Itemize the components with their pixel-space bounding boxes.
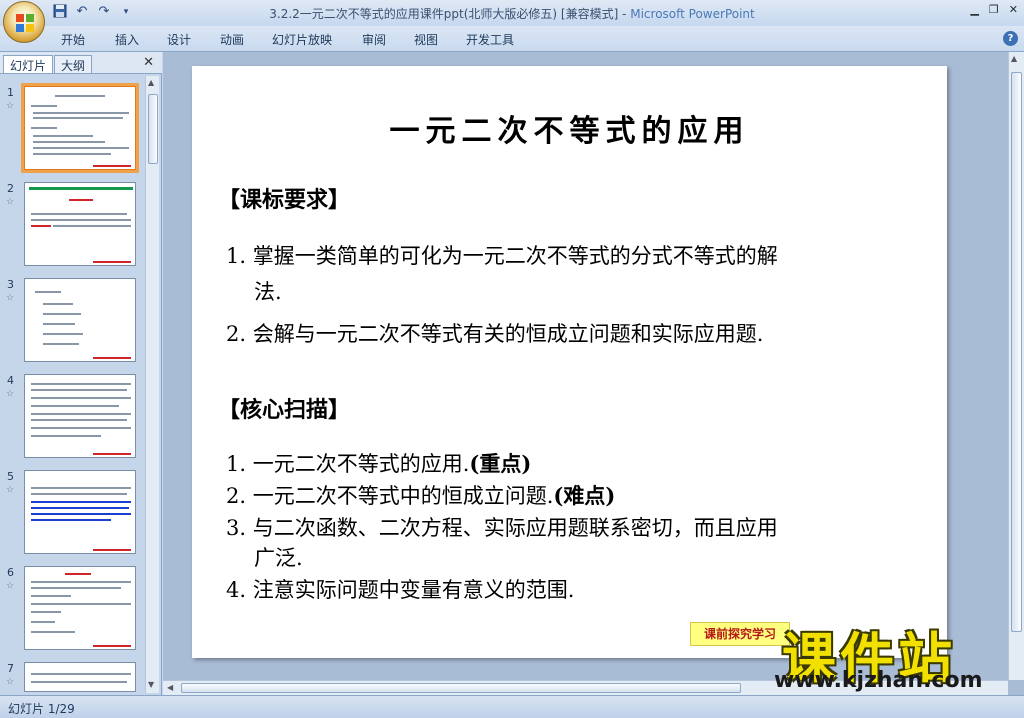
slide-thumbnail[interactable] xyxy=(21,83,139,173)
slide-thumb-row: 6 ☆ xyxy=(0,566,145,656)
tab-outline[interactable]: 大纲 xyxy=(54,55,93,73)
animation-star-icon: ☆ xyxy=(6,581,15,591)
slide-thumb-row: 5 ☆ xyxy=(0,470,145,560)
document-title: 3.2.2一元二次不等式的应用课件ppt(北师大版必修五) [兼容模式] - xyxy=(269,7,631,21)
core-item-tag: (重点) xyxy=(469,451,532,476)
slide-thumb-row: 3 ☆ xyxy=(0,278,145,368)
tab-animation[interactable]: 动画 xyxy=(220,31,244,48)
scrollbar-thumb[interactable] xyxy=(1011,72,1022,632)
slide-thumbnail[interactable] xyxy=(24,278,136,362)
core-item-tag: (难点) xyxy=(553,483,616,508)
requirement-item: 1. 掌握一类简单的可化为一元二次不等式的分式不等式的解 xyxy=(226,244,778,268)
restore-icon[interactable]: ❐ xyxy=(989,3,999,16)
core-item: 2. 一元二次不等式中的恒成立问题.(难点) xyxy=(226,478,615,514)
window-title: 3.2.2一元二次不等式的应用课件ppt(北师大版必修五) [兼容模式] - M… xyxy=(0,5,1024,22)
requirement-item: 2. 会解与一元二次不等式有关的恒成立问题和实际应用题. xyxy=(226,322,764,346)
slide-number: 5 xyxy=(7,470,14,483)
slide-thumb-row: 4 ☆ xyxy=(0,374,145,464)
slide-thumbnail[interactable] xyxy=(24,374,136,458)
core-item: 4. 注意实际问题中变量有意义的范围. xyxy=(226,578,575,602)
animation-star-icon: ☆ xyxy=(6,485,15,495)
scroll-up-icon[interactable]: ▲ xyxy=(1011,54,1017,63)
slide-canvas[interactable]: 一元二次不等式的应用 【课标要求】 1. 掌握一类简单的可化为一元二次不等式的分… xyxy=(192,66,947,658)
watermark: 课件站 www.kjzhan.com xyxy=(770,614,1010,694)
slide-number: 2 xyxy=(7,182,14,195)
ribbon-tabs: 开始 插入 设计 动画 幻灯片放映 审阅 视图 开发工具 ? xyxy=(0,26,1024,52)
title-bar: ↶ ↷ ▾ 3.2.2一元二次不等式的应用课件ppt(北师大版必修五) [兼容模… xyxy=(0,0,1024,26)
tab-review[interactable]: 审阅 xyxy=(362,31,386,48)
tab-view[interactable]: 视图 xyxy=(414,31,438,48)
slide-counter: 幻灯片 1/29 xyxy=(8,702,75,716)
pane-tabs: 幻灯片 大纲 ✕ xyxy=(0,52,162,74)
slide-title[interactable]: 一元二次不等式的应用 xyxy=(192,106,947,150)
office-button[interactable] xyxy=(3,1,45,43)
core-item-text: 2. 一元二次不等式中的恒成立问题. xyxy=(226,484,554,508)
animation-star-icon: ☆ xyxy=(6,197,15,207)
scroll-down-icon[interactable]: ▼ xyxy=(148,680,154,689)
slide-thumbnail[interactable] xyxy=(24,662,136,692)
slide-number: 7 xyxy=(7,662,14,675)
core-item-text: 1. 一元二次不等式的应用. xyxy=(226,452,470,476)
slide-editor: 一元二次不等式的应用 【课标要求】 1. 掌握一类简单的可化为一元二次不等式的分… xyxy=(163,52,1024,695)
slide-thumbnail[interactable] xyxy=(24,182,136,266)
slide-thumbnail[interactable] xyxy=(24,470,136,554)
scrollbar-thumb[interactable] xyxy=(148,94,158,164)
core-item: 3. 与二次函数、二次方程、实际应用题联系密切，而且应用 xyxy=(226,516,778,540)
slides-pane: 幻灯片 大纲 ✕ 1 ☆ 2 ☆ 3 ☆ 4 ☆ 5 ☆ 6 ☆ 7 ☆ ▲ ▼ xyxy=(0,52,162,695)
slide-number: 1 xyxy=(7,86,14,99)
scroll-up-icon[interactable]: ▲ xyxy=(148,78,154,87)
tab-insert[interactable]: 插入 xyxy=(115,31,139,48)
animation-star-icon: ☆ xyxy=(6,101,15,111)
requirement-item-cont: 法. xyxy=(254,280,282,304)
slide-number: 3 xyxy=(7,278,14,291)
tab-home[interactable]: 开始 xyxy=(61,31,85,48)
slide-thumbnail[interactable] xyxy=(24,566,136,650)
tab-design[interactable]: 设计 xyxy=(167,31,191,48)
core-item-cont: 广泛. xyxy=(254,546,303,570)
slides-pane-scrollbar[interactable]: ▲ ▼ xyxy=(145,76,159,693)
office-logo-icon xyxy=(16,14,34,32)
animation-star-icon: ☆ xyxy=(6,389,15,399)
tab-slideshow[interactable]: 幻灯片放映 xyxy=(272,31,332,48)
section-heading: 【课标要求】 xyxy=(218,188,351,213)
window-controls: ▁ ❐ ✕ xyxy=(970,3,1018,16)
slide-number: 4 xyxy=(7,374,14,387)
tab-developer[interactable]: 开发工具 xyxy=(466,31,514,48)
close-pane-icon[interactable]: ✕ xyxy=(143,55,154,70)
core-item: 1. 一元二次不等式的应用.(重点) xyxy=(226,446,531,482)
help-icon[interactable]: ? xyxy=(1003,31,1018,46)
animation-star-icon: ☆ xyxy=(6,293,15,303)
slide-thumb-row: 1 ☆ xyxy=(0,83,145,176)
slide-number: 6 xyxy=(7,566,14,579)
watermark-url: www.kjzhan.com xyxy=(774,668,983,693)
tab-slides[interactable]: 幻灯片 xyxy=(3,55,54,73)
close-icon[interactable]: ✕ xyxy=(1009,3,1018,16)
minimize-icon[interactable]: ▁ xyxy=(970,3,978,16)
status-bar: 幻灯片 1/29 xyxy=(0,695,1024,718)
scrollbar-thumb[interactable] xyxy=(181,683,741,693)
editor-vertical-scrollbar[interactable]: ▲ xyxy=(1008,52,1024,680)
animation-star-icon: ☆ xyxy=(6,677,15,687)
section-heading: 【核心扫描】 xyxy=(218,398,351,423)
slide-thumb-row: 7 ☆ xyxy=(0,662,145,696)
scroll-left-icon[interactable]: ◀ xyxy=(167,683,173,692)
app-name: Microsoft PowerPoint xyxy=(630,7,755,21)
slide-thumb-row: 2 ☆ xyxy=(0,182,145,272)
